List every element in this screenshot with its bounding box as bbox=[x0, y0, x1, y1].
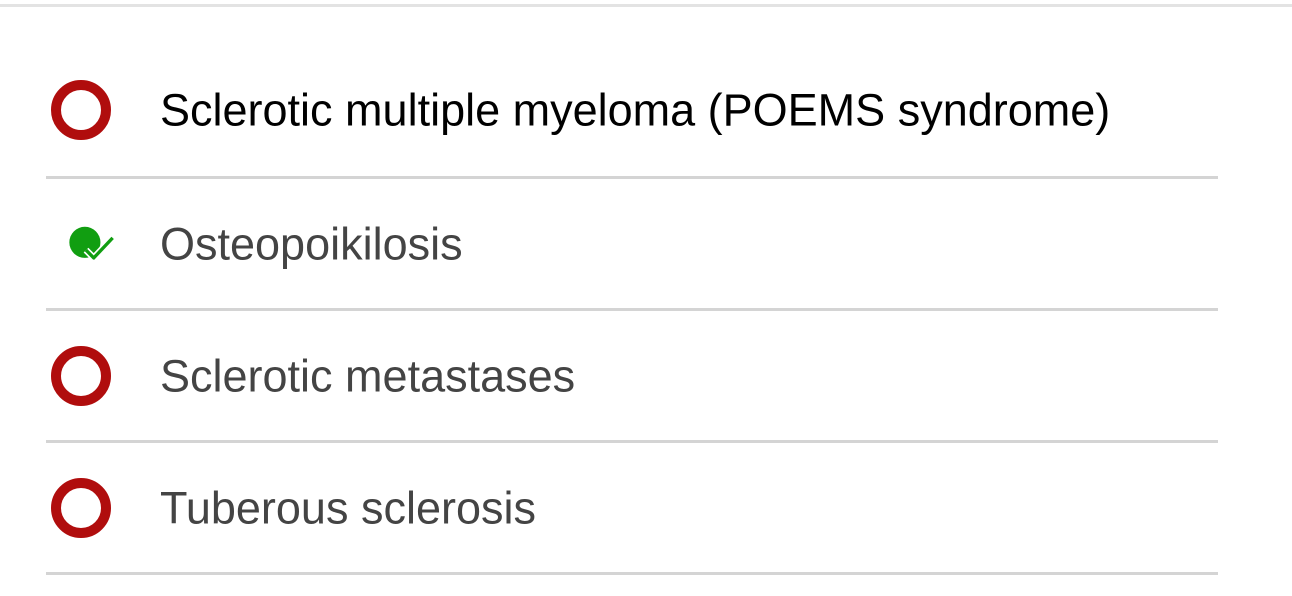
answer-option-tuberous-sclerosis[interactable]: Tuberous sclerosis bbox=[46, 443, 1218, 575]
answer-option-label: Sclerotic multiple myeloma (POEMS syndro… bbox=[160, 84, 1111, 136]
incorrect-ring-icon bbox=[46, 75, 116, 145]
incorrect-ring-icon bbox=[46, 473, 116, 543]
answer-option-label: Osteopoikilosis bbox=[160, 218, 463, 269]
incorrect-ring-icon bbox=[46, 341, 116, 411]
answer-option-label: Sclerotic metastases bbox=[160, 350, 576, 401]
answer-option-sclerotic-metastases[interactable]: Sclerotic metastases bbox=[46, 311, 1218, 443]
top-divider bbox=[0, 4, 1292, 7]
answer-option-label: Tuberous sclerosis bbox=[160, 482, 536, 533]
answer-option-sclerotic-multiple-myeloma[interactable]: Sclerotic multiple myeloma (POEMS syndro… bbox=[46, 44, 1218, 179]
answer-options-list: Sclerotic multiple myeloma (POEMS syndro… bbox=[46, 44, 1218, 575]
correct-check-icon bbox=[46, 209, 116, 279]
answer-option-osteopoikilosis[interactable]: Osteopoikilosis bbox=[46, 179, 1218, 311]
